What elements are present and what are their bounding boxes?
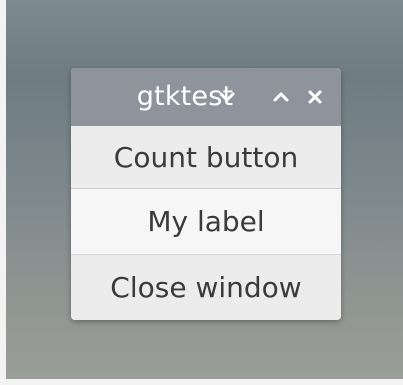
my-label: My label xyxy=(71,189,341,255)
maximize-button[interactable] xyxy=(269,85,293,109)
desktop-background: gtktest Count button My label Close wind… xyxy=(0,0,403,385)
chevron-down-icon[interactable] xyxy=(217,87,237,107)
close-button[interactable] xyxy=(303,85,327,109)
screen-border-left xyxy=(0,0,6,385)
close-icon xyxy=(308,90,322,104)
app-window: gtktest Count button My label Close wind… xyxy=(71,68,341,320)
chevron-up-icon xyxy=(273,92,289,102)
count-button[interactable]: Count button xyxy=(71,126,341,189)
screen-border-bottom xyxy=(0,379,403,385)
close-window-button[interactable]: Close window xyxy=(71,255,341,320)
titlebar[interactable]: gtktest xyxy=(71,68,341,126)
